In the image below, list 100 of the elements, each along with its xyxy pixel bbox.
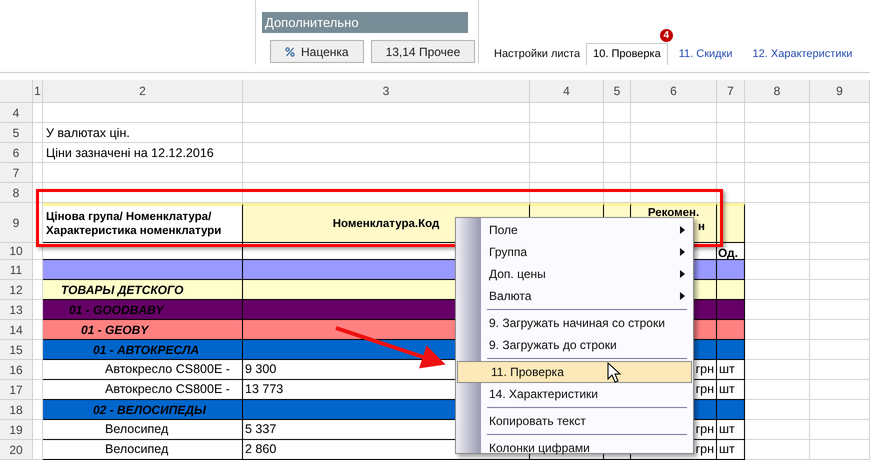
row-number[interactable]: 17 — [0, 380, 33, 400]
item-name: Велосипед — [104, 441, 168, 458]
menu-item[interactable]: Группа — [456, 241, 693, 263]
column-header[interactable]: 6 — [631, 80, 717, 103]
cell-text: Ціни зазначені на 12.12.2016 — [45, 146, 215, 160]
grid-cell — [604, 123, 631, 143]
group-title: 01 - GOODBABY — [68, 302, 164, 318]
column-header[interactable]: 3 — [243, 80, 530, 103]
cell-text: грн — [694, 441, 715, 458]
row-number[interactable]: 14 — [0, 320, 33, 340]
menu-item[interactable]: Колонки цифрами — [456, 437, 693, 459]
grid-cell — [810, 420, 870, 440]
grid-cell — [745, 260, 810, 280]
item-name: Велосипед — [104, 421, 168, 438]
row-number[interactable]: 5 — [0, 123, 33, 143]
grid-cell — [33, 103, 43, 123]
column-header[interactable]: 8 — [745, 80, 810, 103]
row-number[interactable]: 18 — [0, 400, 33, 420]
cell-text: шт — [718, 361, 736, 378]
group-title: 01 - GEOBY — [80, 322, 148, 338]
row-number[interactable]: 20 — [0, 440, 33, 460]
menu-item[interactable]: 9. Загружать начиная со строки — [456, 312, 693, 334]
grid-cell — [745, 143, 810, 163]
row-number[interactable]: 11 — [0, 260, 33, 280]
sheet-tab[interactable]: 10. Проверка — [586, 43, 668, 65]
column-header[interactable]: 2 — [43, 80, 243, 103]
column-header[interactable]: 1 — [33, 80, 43, 103]
grid-cell — [717, 123, 745, 143]
menu-item[interactable]: 11. Проверка — [457, 361, 692, 383]
cell-text: 5 337 — [244, 421, 278, 438]
markup-button[interactable]: Наценка — [270, 40, 364, 63]
sheet-tab[interactable]: 12. Характеристики — [746, 43, 858, 65]
column-title: н — [698, 220, 706, 234]
grid-cell — [745, 340, 810, 360]
cursor-icon — [608, 362, 622, 383]
menu-item[interactable]: 9. Загружать до строки — [456, 334, 693, 356]
grid-cell — [810, 163, 870, 183]
grid-cell — [810, 320, 870, 340]
sheet-tab[interactable]: Настройки листа — [494, 43, 586, 65]
other-button[interactable]: 13,14 Прочее — [370, 40, 476, 63]
grid-cell — [810, 123, 870, 143]
grid-cell — [810, 280, 870, 300]
column-header[interactable]: 5 — [604, 80, 631, 103]
row-number[interactable]: 16 — [0, 360, 33, 380]
row-number[interactable]: 10 — [0, 243, 33, 260]
menu-item[interactable]: Поле — [456, 219, 693, 241]
cell-text: грн — [694, 381, 715, 398]
corner-cell[interactable] — [0, 80, 33, 103]
menu-item[interactable]: 14. Характеристики — [456, 383, 693, 405]
group-title: Дополнительно — [262, 12, 468, 33]
grid-cell — [33, 360, 43, 380]
row-number[interactable]: 13 — [0, 300, 33, 320]
menu-item[interactable]: Доп. цены — [456, 263, 693, 285]
grid-cell — [745, 183, 810, 203]
column-title: Номенклатура.Код — [332, 217, 440, 231]
grid-cell — [810, 300, 870, 320]
grid-cell — [717, 103, 745, 123]
grid-cell — [745, 203, 810, 243]
grid-cell — [33, 380, 43, 400]
column-header[interactable]: 9 — [810, 80, 870, 103]
row-number[interactable]: 6 — [0, 143, 33, 163]
grid-cell — [745, 420, 810, 440]
grid-cell — [810, 260, 870, 280]
row-number[interactable]: 19 — [0, 420, 33, 440]
grid-cell — [745, 320, 810, 340]
grid-cell — [604, 163, 631, 183]
row-number[interactable]: 8 — [0, 183, 33, 203]
cell-text: 2 860 — [244, 441, 278, 458]
grid-cell — [745, 243, 810, 260]
row-number[interactable]: 4 — [0, 103, 33, 123]
cell-text: шт — [718, 381, 736, 398]
grid-cell — [604, 143, 631, 163]
grid-cell — [810, 203, 870, 243]
row-number[interactable]: 7 — [0, 163, 33, 183]
column-title: Цінова група/ Номенклатура/ Характеристика номенклатури — [46, 210, 222, 238]
cell-text: 13 773 — [244, 381, 284, 398]
sheet-tab[interactable]: 11. Скидки — [672, 43, 739, 65]
column-header[interactable]: 4 — [530, 80, 604, 103]
grid-cell — [745, 300, 810, 320]
grid-cell — [810, 360, 870, 380]
column-header[interactable]: 7 — [717, 80, 745, 103]
grid-cell — [717, 143, 745, 163]
grid-cell — [745, 360, 810, 380]
grid-cell — [810, 243, 870, 260]
grid-cell — [745, 103, 810, 123]
grid-cell — [810, 183, 870, 203]
grid-cell — [810, 103, 870, 123]
grid-cell — [745, 400, 810, 420]
menu-item[interactable]: Валюта — [456, 285, 693, 307]
group-title: ТОВАРЫ ДЕТСКОГО — [60, 282, 184, 298]
row-number[interactable]: 12 — [0, 280, 33, 300]
grid-cell — [745, 163, 810, 183]
cell-text: шт — [718, 441, 736, 458]
row-number[interactable]: 15 — [0, 340, 33, 360]
cell-text: У валютах цін. — [45, 126, 131, 140]
menu-item[interactable]: Копировать текст — [456, 410, 693, 432]
grid-cell — [33, 420, 43, 440]
grid-cell — [33, 183, 43, 203]
row-number[interactable]: 9 — [0, 203, 33, 243]
cell-text: грн — [694, 361, 715, 378]
